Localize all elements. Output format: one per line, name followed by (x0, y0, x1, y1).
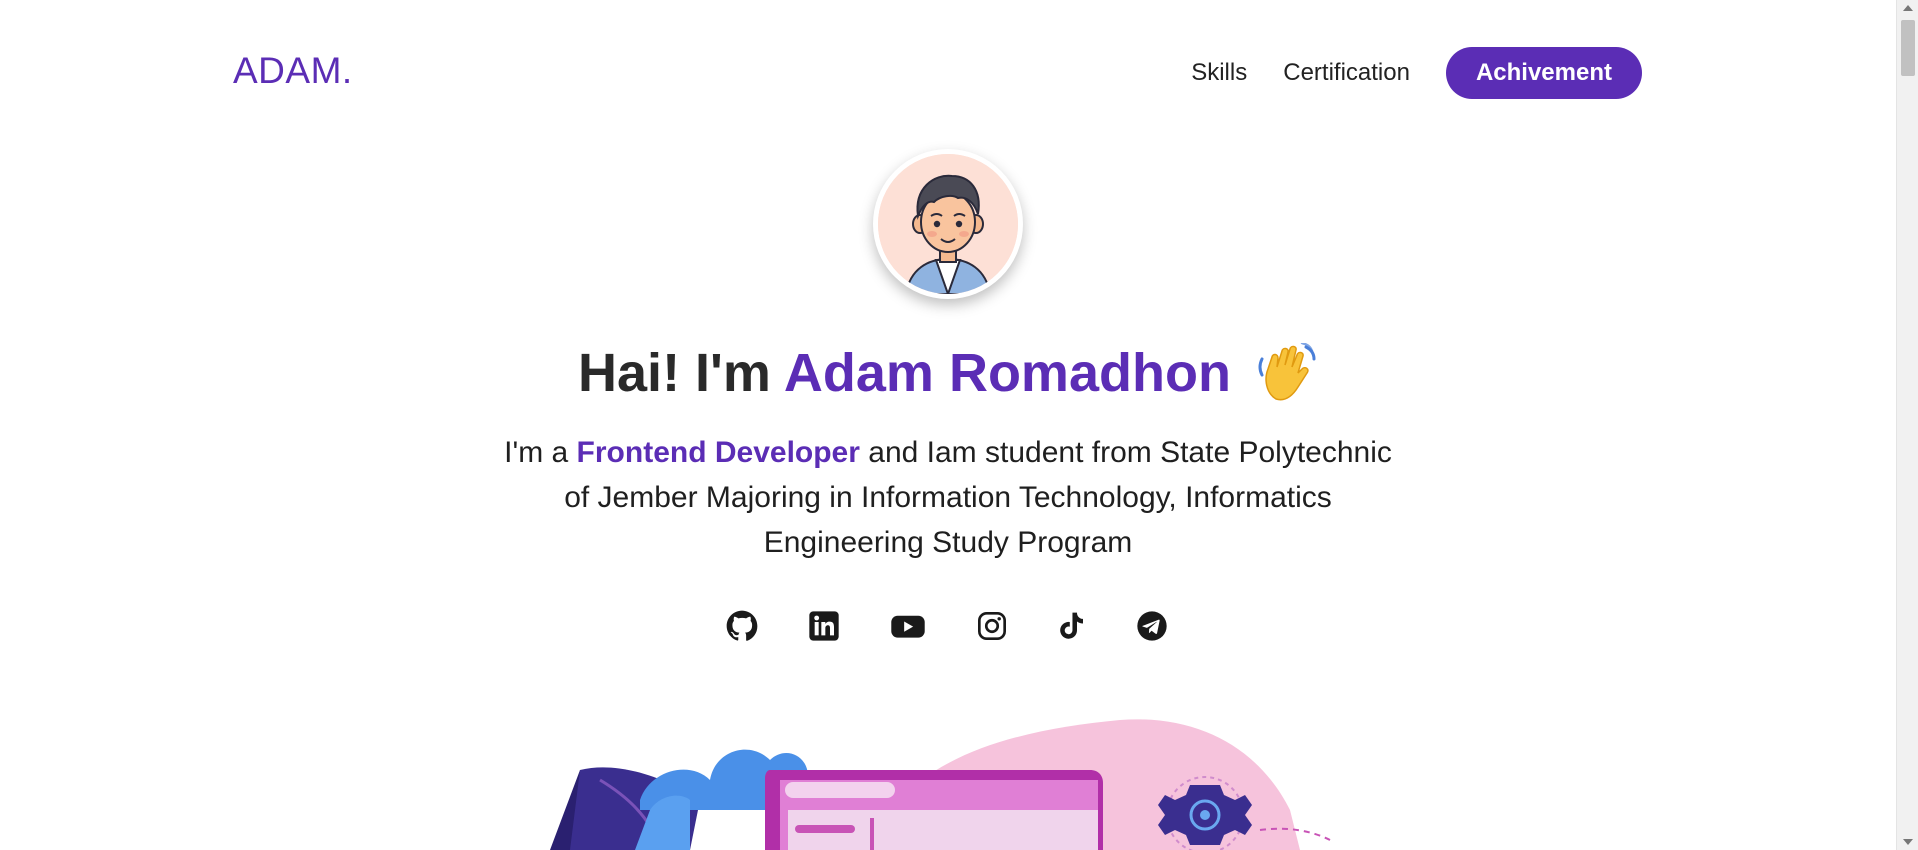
vertical-scrollbar[interactable] (1896, 0, 1918, 850)
waving-hand-icon (1258, 343, 1316, 401)
hero-name: Adam Romadhon (783, 343, 1231, 403)
scrollbar-thumb[interactable] (1901, 20, 1915, 76)
hero-desc-prefix: I'm a (504, 436, 569, 469)
scroll-up-arrow-icon[interactable] (1903, 5, 1913, 11)
main-nav: Skills Certification Achivement (1191, 47, 1642, 99)
hero-illustration (550, 719, 1331, 850)
social-links (0, 610, 1896, 650)
hero-role: Frontend Developer (576, 436, 860, 469)
nav-link-skills[interactable]: Skills (1191, 59, 1247, 87)
nav-achievement-button[interactable]: Achivement (1445, 47, 1642, 99)
hero-title: Hai! I'm Adam Romadhon (0, 342, 1896, 404)
github-icon[interactable] (726, 610, 758, 642)
nav-link-certification[interactable]: Certification (1283, 59, 1410, 87)
page: ADAM. Skills Certification Achivement Ha… (0, 0, 1896, 850)
hero-description: I'm a Frontend Developer and Iam student… (490, 430, 1406, 565)
telegram-icon[interactable] (1136, 610, 1168, 642)
tiktok-icon[interactable] (1055, 610, 1087, 642)
avatar (873, 149, 1023, 299)
youtube-icon[interactable] (890, 610, 926, 642)
instagram-icon[interactable] (976, 610, 1008, 642)
linkedin-icon[interactable] (808, 610, 840, 642)
hero-greeting: Hai! I'm (578, 343, 771, 403)
avatar-illustration (878, 154, 1018, 294)
scroll-down-arrow-icon[interactable] (1903, 839, 1913, 845)
logo[interactable]: ADAM. (233, 50, 353, 92)
